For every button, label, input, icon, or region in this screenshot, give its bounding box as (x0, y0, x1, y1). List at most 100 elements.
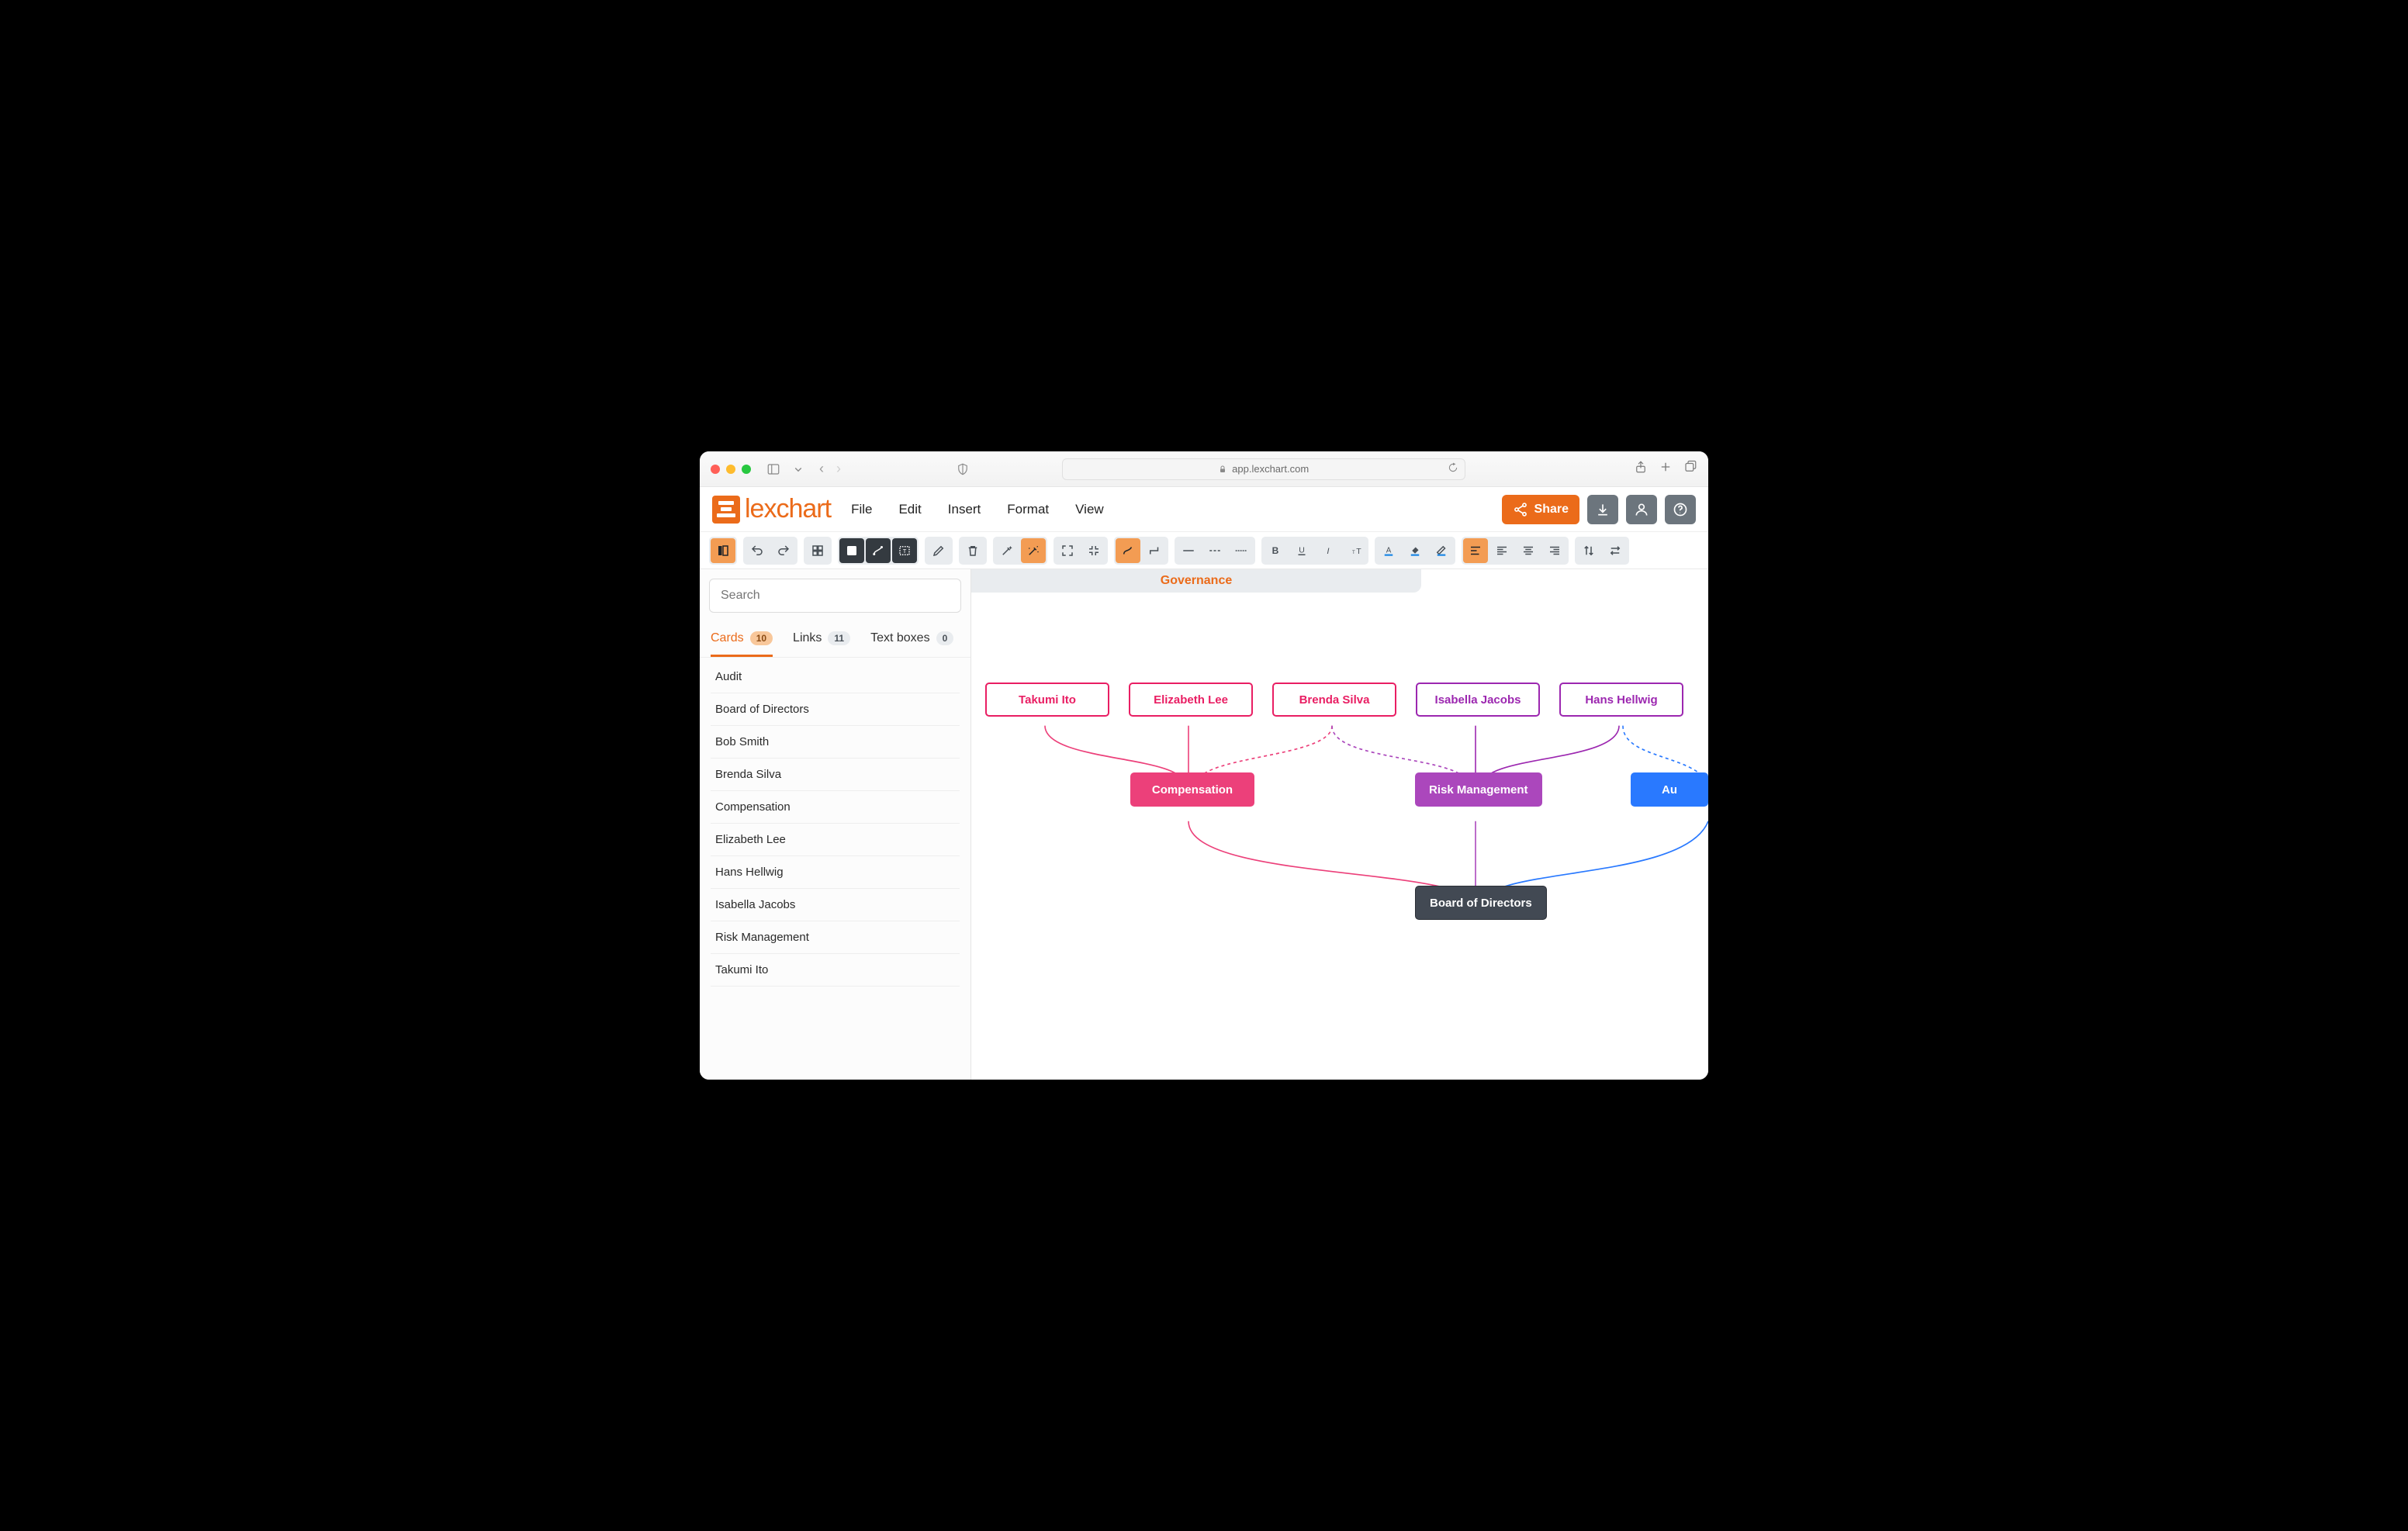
tabs-overview-icon[interactable] (1683, 460, 1697, 478)
node-committee[interactable]: Au (1631, 772, 1708, 807)
close-window-button[interactable] (711, 465, 720, 474)
node-label: Elizabeth Lee (1154, 693, 1228, 707)
tool-align-left[interactable] (1463, 538, 1488, 563)
url-bar[interactable]: app.lexchart.com (1062, 458, 1465, 480)
tool-panel-toggle[interactable] (711, 538, 735, 563)
tool-magic-style[interactable] (1021, 538, 1046, 563)
tab-textboxes[interactable]: Text boxes 0 (870, 624, 953, 657)
canvas[interactable]: Governance Takumi Ito E (971, 569, 1708, 1080)
list-item[interactable]: Bob Smith (711, 726, 960, 759)
node-person[interactable]: Brenda Silva (1272, 683, 1396, 717)
tool-expand[interactable] (1055, 538, 1080, 563)
tool-text-size[interactable]: TT (1342, 538, 1367, 563)
tool-line-dashed[interactable] (1202, 538, 1227, 563)
list-item[interactable]: Compensation (711, 791, 960, 824)
tool-link-elbow[interactable] (1142, 538, 1167, 563)
tab-links[interactable]: Links 11 (793, 624, 850, 657)
svg-text:I: I (1327, 546, 1329, 555)
help-icon (1673, 502, 1688, 517)
tool-add-textbox[interactable]: T (892, 538, 917, 563)
node-person[interactable]: Takumi Ito (985, 683, 1109, 717)
list-item[interactable]: Takumi Ito (711, 954, 960, 987)
tool-line-dotted[interactable] (1229, 538, 1254, 563)
list-item[interactable]: Isabella Jacobs (711, 889, 960, 921)
list-item[interactable]: Brenda Silva (711, 759, 960, 791)
shield-icon[interactable] (951, 461, 974, 478)
tab-textboxes-count: 0 (936, 631, 954, 645)
tool-link-curved[interactable] (1116, 538, 1140, 563)
share-network-icon (1513, 502, 1528, 517)
tool-magic-layout[interactable] (995, 538, 1019, 563)
tool-direction-vertical[interactable] (1576, 538, 1601, 563)
tool-border-color[interactable] (1429, 538, 1454, 563)
chart-title: Governance (1161, 574, 1232, 588)
chevron-down-icon[interactable] (787, 461, 810, 478)
node-committee[interactable]: Risk Management (1415, 772, 1542, 807)
lock-icon (1218, 465, 1227, 474)
tool-direction-horizontal[interactable] (1603, 538, 1628, 563)
tool-line-solid[interactable] (1176, 538, 1201, 563)
tool-add-link[interactable] (866, 538, 891, 563)
tool-delete[interactable] (960, 538, 985, 563)
app-header: lexchart File Edit Insert Format View Sh… (700, 487, 1708, 532)
reload-icon[interactable] (1448, 462, 1458, 475)
tool-align-right[interactable] (1542, 538, 1567, 563)
tool-bold[interactable]: B (1263, 538, 1288, 563)
new-tab-icon[interactable] (1659, 460, 1673, 478)
sidebar-toggle-icon[interactable] (762, 461, 785, 478)
tool-edit[interactable] (926, 538, 951, 563)
tool-collapse[interactable] (1081, 538, 1106, 563)
node-board[interactable]: Board of Directors (1415, 886, 1547, 920)
tool-add-card[interactable] (839, 538, 864, 563)
tool-fill-color[interactable] (1403, 538, 1427, 563)
browser-window: ‹ › app.lexchart.com lexchart File (700, 451, 1708, 1080)
help-button[interactable] (1665, 495, 1696, 524)
tool-redo[interactable] (771, 538, 796, 563)
list-item[interactable]: Board of Directors (711, 693, 960, 726)
tool-italic[interactable]: I (1316, 538, 1341, 563)
nav-back-button[interactable]: ‹ (816, 461, 827, 477)
minimize-window-button[interactable] (726, 465, 735, 474)
node-committee[interactable]: Compensation (1130, 772, 1254, 807)
app-logo[interactable]: lexchart (712, 494, 831, 524)
list-item[interactable]: Risk Management (711, 921, 960, 954)
tool-align-left2[interactable] (1489, 538, 1514, 563)
tab-links-count: 11 (828, 631, 850, 645)
menu-bar: File Edit Insert Format View (851, 502, 1104, 517)
share-button[interactable]: Share (1502, 495, 1579, 524)
chart-title-tab[interactable]: Governance (971, 569, 1421, 593)
node-person[interactable]: Hans Hellwig (1559, 683, 1683, 717)
account-button[interactable] (1626, 495, 1657, 524)
svg-text:T: T (1356, 546, 1361, 555)
maximize-window-button[interactable] (742, 465, 751, 474)
node-label: Takumi Ito (1019, 693, 1076, 707)
node-person[interactable]: Isabella Jacobs (1416, 683, 1540, 717)
svg-text:A: A (1386, 546, 1392, 555)
list-item[interactable]: Audit (711, 661, 960, 693)
tool-grid[interactable] (805, 538, 830, 563)
svg-text:T: T (1352, 550, 1355, 555)
tool-align-center[interactable] (1516, 538, 1541, 563)
tab-links-label: Links (793, 631, 822, 645)
node-person[interactable]: Elizabeth Lee (1129, 683, 1253, 717)
menu-file[interactable]: File (851, 502, 872, 517)
menu-insert[interactable]: Insert (948, 502, 981, 517)
menu-view[interactable]: View (1075, 502, 1104, 517)
menu-format[interactable]: Format (1007, 502, 1049, 517)
list-item[interactable]: Elizabeth Lee (711, 824, 960, 856)
download-button[interactable] (1587, 495, 1618, 524)
svg-text:B: B (1272, 544, 1279, 555)
tool-underline[interactable]: U (1289, 538, 1314, 563)
nav-forward-button[interactable]: › (833, 461, 844, 477)
list-item[interactable]: Hans Hellwig (711, 856, 960, 889)
tab-textboxes-label: Text boxes (870, 631, 929, 645)
menu-edit[interactable]: Edit (898, 502, 921, 517)
tab-cards[interactable]: Cards 10 (711, 624, 773, 657)
tool-undo[interactable] (745, 538, 770, 563)
search-input[interactable] (709, 579, 961, 613)
logo-text: lexchart (745, 494, 831, 524)
tool-text-color[interactable]: A (1376, 538, 1401, 563)
node-label: Risk Management (1429, 783, 1528, 797)
sidebar-tabs: Cards 10 Links 11 Text boxes 0 (700, 624, 970, 658)
share-icon[interactable] (1634, 460, 1648, 478)
